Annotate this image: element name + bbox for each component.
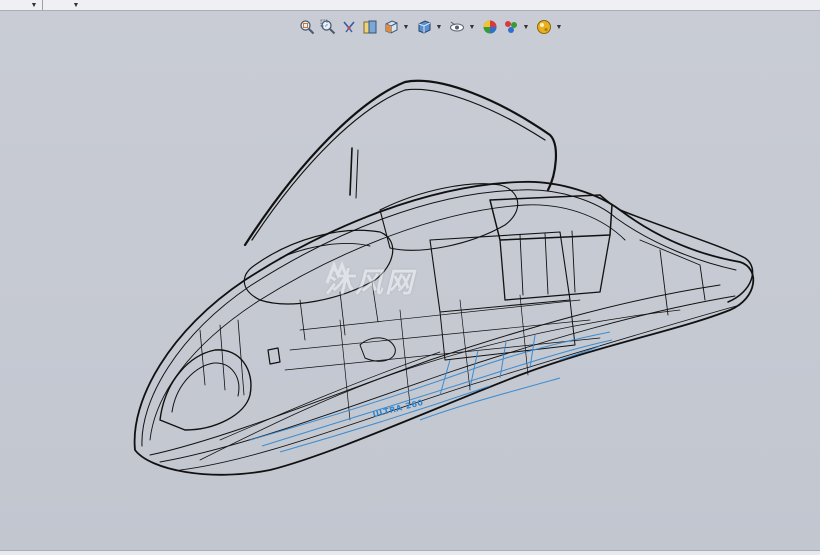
watermark-logo-icon: [325, 261, 351, 284]
chevron-down-icon[interactable]: ▼: [72, 0, 80, 10]
toolbar-separator: [42, 0, 43, 10]
top-toolbar-strip: ▼ ▼: [0, 0, 820, 11]
watermark: 沐风网: [325, 261, 415, 301]
graphics-viewport[interactable]: 沐风网 ULTRA 260: [0, 11, 820, 551]
chevron-down-icon[interactable]: ▼: [30, 0, 38, 10]
bottom-status-edge: [0, 550, 820, 555]
